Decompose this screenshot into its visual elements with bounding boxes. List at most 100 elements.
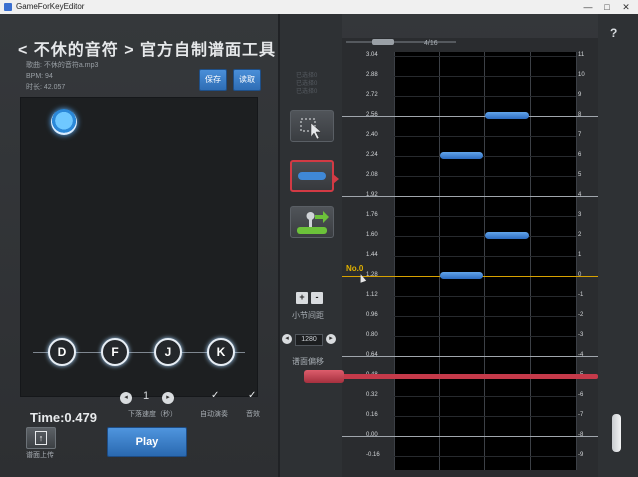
help-icon[interactable]: ? — [610, 26, 617, 40]
offset-slider-thumb[interactable] — [304, 370, 344, 383]
beat-label: 7 — [578, 132, 582, 138]
faint-hint-1: 已选择0 — [296, 73, 318, 79]
tool-column: 已选择0 已选择0 已选择0 + - 小节间距 ◂ 1280 ▸ 谱面偏移 — [280, 14, 342, 477]
chart-note[interactable] — [485, 232, 529, 239]
play-button[interactable]: Play — [107, 427, 187, 457]
active-tool-indicator — [333, 174, 339, 184]
select-box-icon — [300, 118, 322, 140]
page-counter: 4/16 — [424, 40, 438, 47]
page-thumb[interactable] — [372, 39, 394, 45]
beat-line — [394, 216, 576, 217]
chart-editor-grid[interactable]: 3.04 11 2.88 10 2.72 9 2.56 8 2.40 7 2.24 6 2.08 5 1.9… — [304, 52, 598, 470]
beat-label: -1 — [578, 292, 584, 298]
time-label: -0.16 — [366, 452, 380, 458]
current-marker-label: No.0 — [346, 264, 364, 273]
sfx-checkbox[interactable]: ✓ — [248, 390, 256, 401]
tap-note-tool-button[interactable] — [290, 160, 334, 192]
beat-line — [394, 256, 576, 257]
beat-line — [394, 176, 576, 177]
load-button[interactable]: 读取 — [233, 69, 261, 91]
time-label: 1.60 — [366, 232, 378, 238]
time-label: 1.92 — [366, 192, 378, 198]
page-title: < 不休的音符 > 官方自制谱面工具 — [18, 42, 277, 59]
time-label: 2.24 — [366, 152, 378, 158]
beat-label: 2 — [578, 232, 582, 238]
sfx-label: 音效 — [246, 411, 260, 418]
key-j[interactable]: J — [154, 338, 182, 366]
close-button[interactable]: ✕ — [618, 0, 634, 14]
beat-line — [394, 76, 576, 77]
falling-note — [51, 109, 77, 135]
page-track — [346, 41, 456, 43]
beat-line — [394, 396, 576, 397]
chart-note[interactable] — [440, 272, 483, 279]
spacing-decrease-button[interactable]: - — [311, 292, 323, 304]
key-d[interactable]: D — [48, 338, 76, 366]
time-label: 1.28 — [366, 272, 378, 278]
chart-note[interactable] — [440, 152, 483, 159]
beat-line — [394, 136, 576, 137]
save-button[interactable]: 保存 — [199, 69, 227, 91]
window-titlebar: GameForKeyEditor — □ ✕ — [0, 0, 638, 14]
beat-line — [394, 316, 576, 317]
maximize-button[interactable]: □ — [599, 0, 615, 14]
spacing-right-button[interactable]: ▸ — [326, 334, 336, 344]
beat-line — [394, 456, 576, 457]
select-tool-button[interactable] — [290, 110, 334, 142]
time-label: 0.64 — [366, 352, 378, 358]
spacing-left-button[interactable]: ◂ — [282, 334, 292, 344]
beat-label: 6 — [578, 152, 582, 158]
upload-label: 谱面上传 — [26, 452, 54, 459]
time-readout: Time:0.479 — [30, 410, 97, 425]
vertical-scrollbar[interactable] — [612, 414, 621, 452]
auto-play-checkbox[interactable]: ✓ — [211, 390, 219, 401]
time-label: 1.76 — [366, 212, 378, 218]
song-name: 歌曲: 不休的音符a.mp3 — [26, 60, 98, 71]
hold-note-tool-button[interactable] — [290, 206, 334, 238]
lane-divider — [439, 52, 440, 470]
time-label: 1.12 — [366, 292, 378, 298]
time-label: 2.08 — [366, 172, 378, 178]
beat-label: -2 — [578, 312, 584, 318]
beat-label: -9 — [578, 452, 584, 458]
key-k[interactable]: K — [207, 338, 235, 366]
beat-line — [394, 156, 576, 157]
faint-hint-3: 已选择0 — [296, 89, 318, 95]
page-scroller[interactable]: 4/16 — [342, 38, 598, 52]
beat-label: -7 — [578, 412, 584, 418]
beat-line — [394, 56, 576, 57]
chart-note[interactable] — [485, 112, 529, 119]
spacing-increase-button[interactable]: + — [296, 292, 308, 304]
speed-increase-button[interactable]: ▸ — [162, 392, 174, 404]
offset-slider-track[interactable] — [306, 374, 598, 379]
time-label: 1.44 — [366, 252, 378, 258]
beat-label: 8 — [578, 112, 582, 118]
time-label: 0.96 — [366, 312, 378, 318]
offset-label: 谱面偏移 — [292, 357, 324, 366]
song-label: 歌曲: — [26, 62, 42, 69]
beat-label: 10 — [578, 72, 585, 78]
time-label: 2.88 — [366, 72, 378, 78]
app-root: < 不休的音符 > 官方自制谱面工具 歌曲: 不休的音符a.mp3 BPM: 9… — [0, 14, 638, 477]
beat-line — [394, 96, 576, 97]
preview-stage[interactable]: D F J K — [20, 97, 258, 397]
time-label: 2.56 — [366, 112, 378, 118]
time-label: 0.80 — [366, 332, 378, 338]
time-label: 0.32 — [366, 392, 378, 398]
speed-decrease-button[interactable]: ◂ — [120, 392, 132, 404]
beat-label: 9 — [578, 92, 582, 98]
spacing-label: 小节间距 — [292, 311, 324, 320]
spacing-input[interactable]: 1280 — [295, 334, 323, 346]
time-label: 3.04 — [366, 52, 378, 58]
beat-line — [394, 336, 576, 337]
beat-label: -6 — [578, 392, 584, 398]
speed-value: 1 — [143, 390, 150, 402]
lane-divider — [394, 52, 395, 470]
key-f[interactable]: F — [101, 338, 129, 366]
upload-button[interactable]: ↑ — [26, 427, 56, 449]
beat-label: -4 — [578, 352, 584, 358]
song-bpm: BPM: 94 — [26, 73, 53, 80]
minimize-button[interactable]: — — [580, 0, 596, 14]
auto-play-label: 自动演奏 — [200, 411, 228, 418]
beat-label: -8 — [578, 432, 584, 438]
